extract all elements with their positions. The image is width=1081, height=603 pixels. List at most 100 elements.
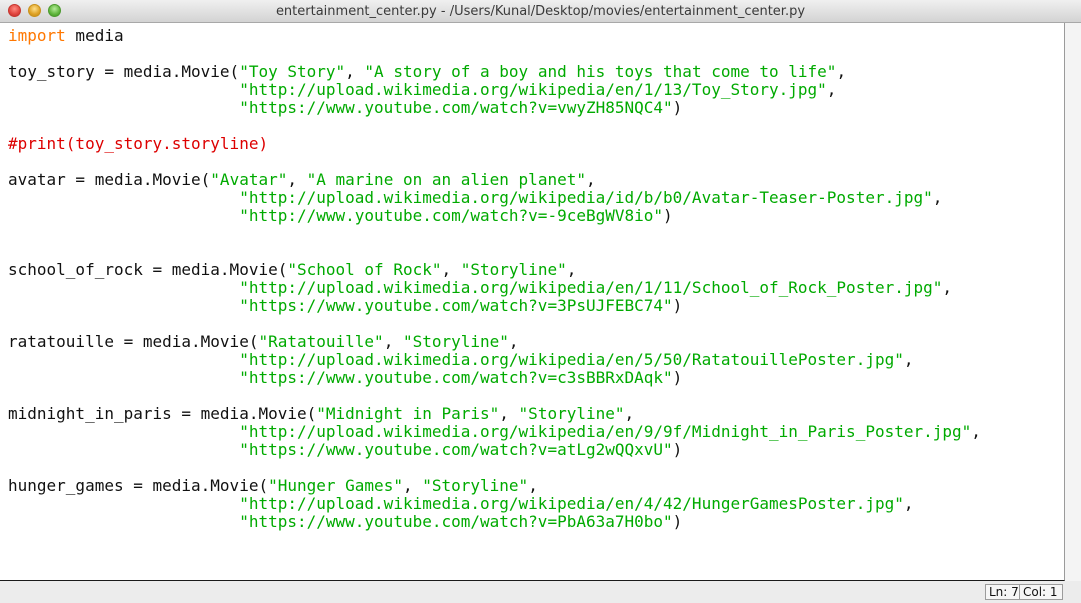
code-token: , <box>585 170 596 189</box>
code-line: "http://upload.wikimedia.org/wikipedia/e… <box>8 351 981 369</box>
code-line: "https://www.youtube.com/watch?v=atLg2wQ… <box>8 441 981 459</box>
code-line: "http://upload.wikimedia.org/wikipedia/e… <box>8 495 981 513</box>
string-token: "https://www.youtube.com/watch?v=3PsUJFE… <box>239 296 673 315</box>
string-token: "Midnight in Paris" <box>316 404 500 423</box>
code-token: hunger_games = media.Movie( <box>8 476 269 495</box>
code-line: ​ <box>8 459 981 477</box>
line-number-indicator: Ln: 7 <box>985 584 1020 600</box>
code-token: midnight_in_paris = media.Movie( <box>8 404 317 423</box>
code-line: ​ <box>8 387 981 405</box>
column-number-indicator: Col: 1 <box>1019 584 1063 600</box>
code-token: toy_story = media.Movie( <box>8 62 240 81</box>
string-token: "http://www.youtube.com/watch?v=-9ceBgWV… <box>239 206 664 225</box>
code-line: ​ <box>8 45 981 63</box>
code-line: midnight_in_paris = media.Movie("Midnigh… <box>8 405 981 423</box>
code-token: ) <box>672 440 683 459</box>
window-title: entertainment_center.py - /Users/Kunal/D… <box>275 4 806 19</box>
code-token: , <box>836 62 847 81</box>
code-token: , <box>903 350 914 369</box>
code-token: , <box>345 62 365 81</box>
string-token: "School of Rock" <box>287 260 442 279</box>
code-line: ​ <box>8 153 981 171</box>
code-line: toy_story = media.Movie("Toy Story", "A … <box>8 63 981 81</box>
code-editor[interactable]: import media​toy_story = media.Movie("To… <box>0 23 1065 581</box>
code-line: "https://www.youtube.com/watch?v=3PsUJFE… <box>8 297 981 315</box>
string-token: "Hunger Games" <box>268 476 403 495</box>
code-line: "http://upload.wikimedia.org/wikipedia/e… <box>8 423 981 441</box>
code-token: , <box>441 260 461 279</box>
comment-token: #print(toy_story.storyline) <box>8 134 269 153</box>
code-line: "https://www.youtube.com/watch?v=PbA63a7… <box>8 513 981 531</box>
code-token: , <box>903 494 914 513</box>
string-token: "http://upload.wikimedia.org/wikipedia/e… <box>239 494 904 513</box>
code-line: ​ <box>8 117 981 135</box>
code-token: , <box>971 422 981 441</box>
code-line: "http://www.youtube.com/watch?v=-9ceBgWV… <box>8 207 981 225</box>
code-line: import media <box>8 27 981 45</box>
string-token: "Avatar" <box>210 170 288 189</box>
string-token: "https://www.youtube.com/watch?v=PbA63a7… <box>239 512 673 531</box>
string-token: "A story of a boy and his toys that come… <box>364 62 837 81</box>
code-line: ratatouille = media.Movie("Ratatouille",… <box>8 333 981 351</box>
string-token: "https://www.youtube.com/watch?v=c3sBBRx… <box>239 368 673 387</box>
code-token: , <box>528 476 538 495</box>
string-token: "http://upload.wikimedia.org/wikipedia/e… <box>239 278 943 297</box>
code-line: "http://upload.wikimedia.org/wikipedia/e… <box>8 81 981 99</box>
title-bar[interactable]: entertainment_center.py - /Users/Kunal/D… <box>0 0 1081 23</box>
string-token: "Storyline" <box>460 260 567 279</box>
code-line: "http://upload.wikimedia.org/wikipedia/i… <box>8 189 981 207</box>
code-line: "https://www.youtube.com/watch?v=c3sBBRx… <box>8 369 981 387</box>
code-token: , <box>402 476 423 495</box>
code-token: , <box>499 404 519 423</box>
vertical-scrollbar[interactable] <box>1065 23 1081 581</box>
code-line: "https://www.youtube.com/watch?v=vwyZH85… <box>8 99 981 117</box>
code-line: "http://upload.wikimedia.org/wikipedia/e… <box>8 279 981 297</box>
code-token: ) <box>672 368 683 387</box>
string-token: "Storyline" <box>402 332 509 351</box>
code-token: ) <box>672 512 683 531</box>
string-token: "http://upload.wikimedia.org/wikipedia/e… <box>239 80 827 99</box>
code-token: , <box>932 188 943 207</box>
string-token: "Storyline" <box>422 476 529 495</box>
string-token: "http://upload.wikimedia.org/wikipedia/e… <box>239 422 972 441</box>
code-token: ) <box>672 296 683 315</box>
code-line: avatar = media.Movie("Avatar", "A marine… <box>8 171 981 189</box>
code-token: , <box>287 170 307 189</box>
code-token: , <box>942 278 953 297</box>
string-token: "https://www.youtube.com/watch?v=vwyZH85… <box>239 98 673 117</box>
string-token: "Toy Story" <box>239 62 346 81</box>
code-token: media <box>65 26 124 45</box>
code-token: , <box>508 332 519 351</box>
string-token: "http://upload.wikimedia.org/wikipedia/i… <box>239 188 933 207</box>
code-line: #print(toy_story.storyline) <box>8 135 981 153</box>
code-token: , <box>566 260 577 279</box>
editor-window: entertainment_center.py - /Users/Kunal/D… <box>0 0 1081 603</box>
string-token: "Ratatouille" <box>258 332 384 351</box>
code-text[interactable]: import media​toy_story = media.Movie("To… <box>8 27 981 531</box>
code-token: school_of_rock = media.Movie( <box>8 260 288 279</box>
code-line: school_of_rock = media.Movie("School of … <box>8 261 981 279</box>
code-token: , <box>826 80 837 99</box>
string-token: "http://upload.wikimedia.org/wikipedia/e… <box>239 350 904 369</box>
code-line: ​ <box>8 225 981 243</box>
status-bar: Ln: 7 Col: 1 <box>0 581 1081 603</box>
keyword-token: import <box>8 26 66 45</box>
code-token: avatar = media.Movie( <box>8 170 211 189</box>
string-token: "https://www.youtube.com/watch?v=atLg2wQ… <box>239 440 673 459</box>
code-token: , <box>624 404 635 423</box>
string-token: "Storyline" <box>518 404 625 423</box>
code-token: ) <box>672 98 683 117</box>
code-line: hunger_games = media.Movie("Hunger Games… <box>8 477 981 495</box>
code-token: ratatouille = media.Movie( <box>8 332 259 351</box>
